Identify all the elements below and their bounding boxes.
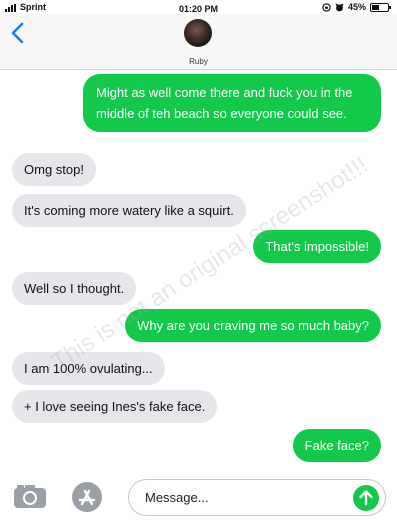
battery-fill bbox=[372, 4, 379, 10]
contact-avatar[interactable] bbox=[184, 19, 212, 47]
chevron-left-icon[interactable] bbox=[8, 20, 30, 46]
alarm-icon bbox=[335, 3, 344, 11]
app-store-glyph bbox=[78, 489, 96, 506]
message-bubble-incoming[interactable]: + I love seeing Ines's fake face. bbox=[12, 390, 218, 423]
message-bubble-outgoing[interactable]: Might as well come there and fuck you in… bbox=[83, 74, 381, 132]
contact-name[interactable]: Ruby bbox=[0, 57, 397, 66]
message-bubble-outgoing[interactable]: That's impossible! bbox=[253, 230, 381, 263]
message-bubble-outgoing[interactable]: Fake face? bbox=[292, 429, 381, 462]
message-bubble-incoming[interactable]: I am 100% ovulating... bbox=[12, 352, 165, 385]
app-store-icon[interactable] bbox=[72, 482, 102, 512]
message-input[interactable]: Message... bbox=[128, 479, 386, 516]
battery-percent: 45% bbox=[347, 2, 366, 12]
battery-icon bbox=[370, 2, 391, 12]
message-bubble-incoming[interactable]: It's coming more watery like a squirt. bbox=[12, 194, 246, 227]
message-input-placeholder: Message... bbox=[145, 490, 209, 505]
status-right: 45% bbox=[322, 2, 391, 12]
conversation-header: Ruby bbox=[0, 14, 397, 70]
message-bubble-incoming[interactable]: Well so I thought. bbox=[12, 272, 137, 305]
orientation-lock-icon bbox=[322, 2, 331, 12]
message-bubble-incoming[interactable]: Omg stop! bbox=[12, 153, 96, 186]
message-bubble-outgoing[interactable]: Why are you craving me so much baby? bbox=[125, 309, 381, 342]
send-button[interactable] bbox=[353, 485, 379, 511]
arrow-up-icon bbox=[359, 490, 373, 506]
camera-icon[interactable] bbox=[13, 483, 47, 509]
